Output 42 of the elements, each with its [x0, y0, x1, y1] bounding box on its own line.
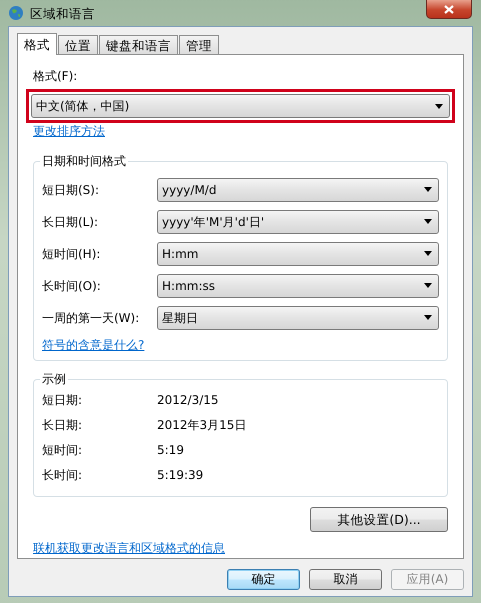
cancel-button[interactable]: 取消: [309, 569, 382, 590]
example-value: 2012年3月15日: [157, 418, 246, 433]
field-label: 长时间:: [42, 468, 84, 483]
dropdown[interactable]: 中文(简体，中国): [31, 94, 450, 118]
field-label: 长日期(L):: [42, 214, 100, 229]
tab[interactable]: 管理: [179, 35, 219, 54]
field-label: 一周的第一天(W):: [42, 310, 140, 325]
info-link[interactable]: 联机获取更改语言和区域格式的信息: [33, 541, 225, 556]
caret-icon: [424, 251, 432, 256]
ok-button[interactable]: 确定: [227, 569, 300, 590]
caret-icon: [435, 104, 443, 109]
dropdown[interactable]: H:mm:ss: [157, 274, 439, 298]
dropdown[interactable]: 星期日: [157, 306, 439, 330]
tab[interactable]: 键盘和语言: [99, 35, 178, 54]
window-title: 区域和语言: [30, 6, 95, 20]
group-title: 日期和时间格式: [40, 154, 128, 168]
sort-link[interactable]: 更改排序方法: [33, 124, 105, 139]
tab[interactable]: 格式: [17, 33, 57, 55]
field-label: 长日期:: [42, 418, 84, 433]
close-icon: [444, 4, 454, 14]
field-label: 短日期(S):: [42, 182, 100, 197]
example-value: 5:19:39: [157, 468, 204, 483]
caret-icon: [424, 283, 432, 288]
other-settings-button[interactable]: 其他设置(D)...: [310, 507, 448, 532]
caret-icon: [424, 315, 432, 320]
example-value: 5:19: [157, 443, 184, 458]
close-button[interactable]: [426, 0, 472, 19]
globe-icon: [8, 5, 24, 21]
dropdown[interactable]: H:mm: [157, 242, 439, 266]
dropdown[interactable]: yyyy'年'M'月'd'日': [157, 210, 439, 234]
caret-icon: [424, 187, 432, 192]
field-label: 短日期:: [42, 393, 84, 408]
field-label: 短时间:: [42, 443, 84, 458]
group-title: 示例: [40, 372, 68, 387]
caret-icon: [424, 219, 432, 224]
dropdown[interactable]: yyyy/M/d: [157, 178, 439, 202]
field-label: 长时间(O):: [42, 278, 102, 293]
field-label: 格式(F):: [33, 69, 78, 84]
field-label: 短时间(H):: [42, 246, 102, 261]
help-link[interactable]: 符号的含意是什么?: [42, 338, 144, 352]
example-value: 2012/3/15: [157, 393, 219, 408]
tab[interactable]: 位置: [58, 35, 98, 54]
